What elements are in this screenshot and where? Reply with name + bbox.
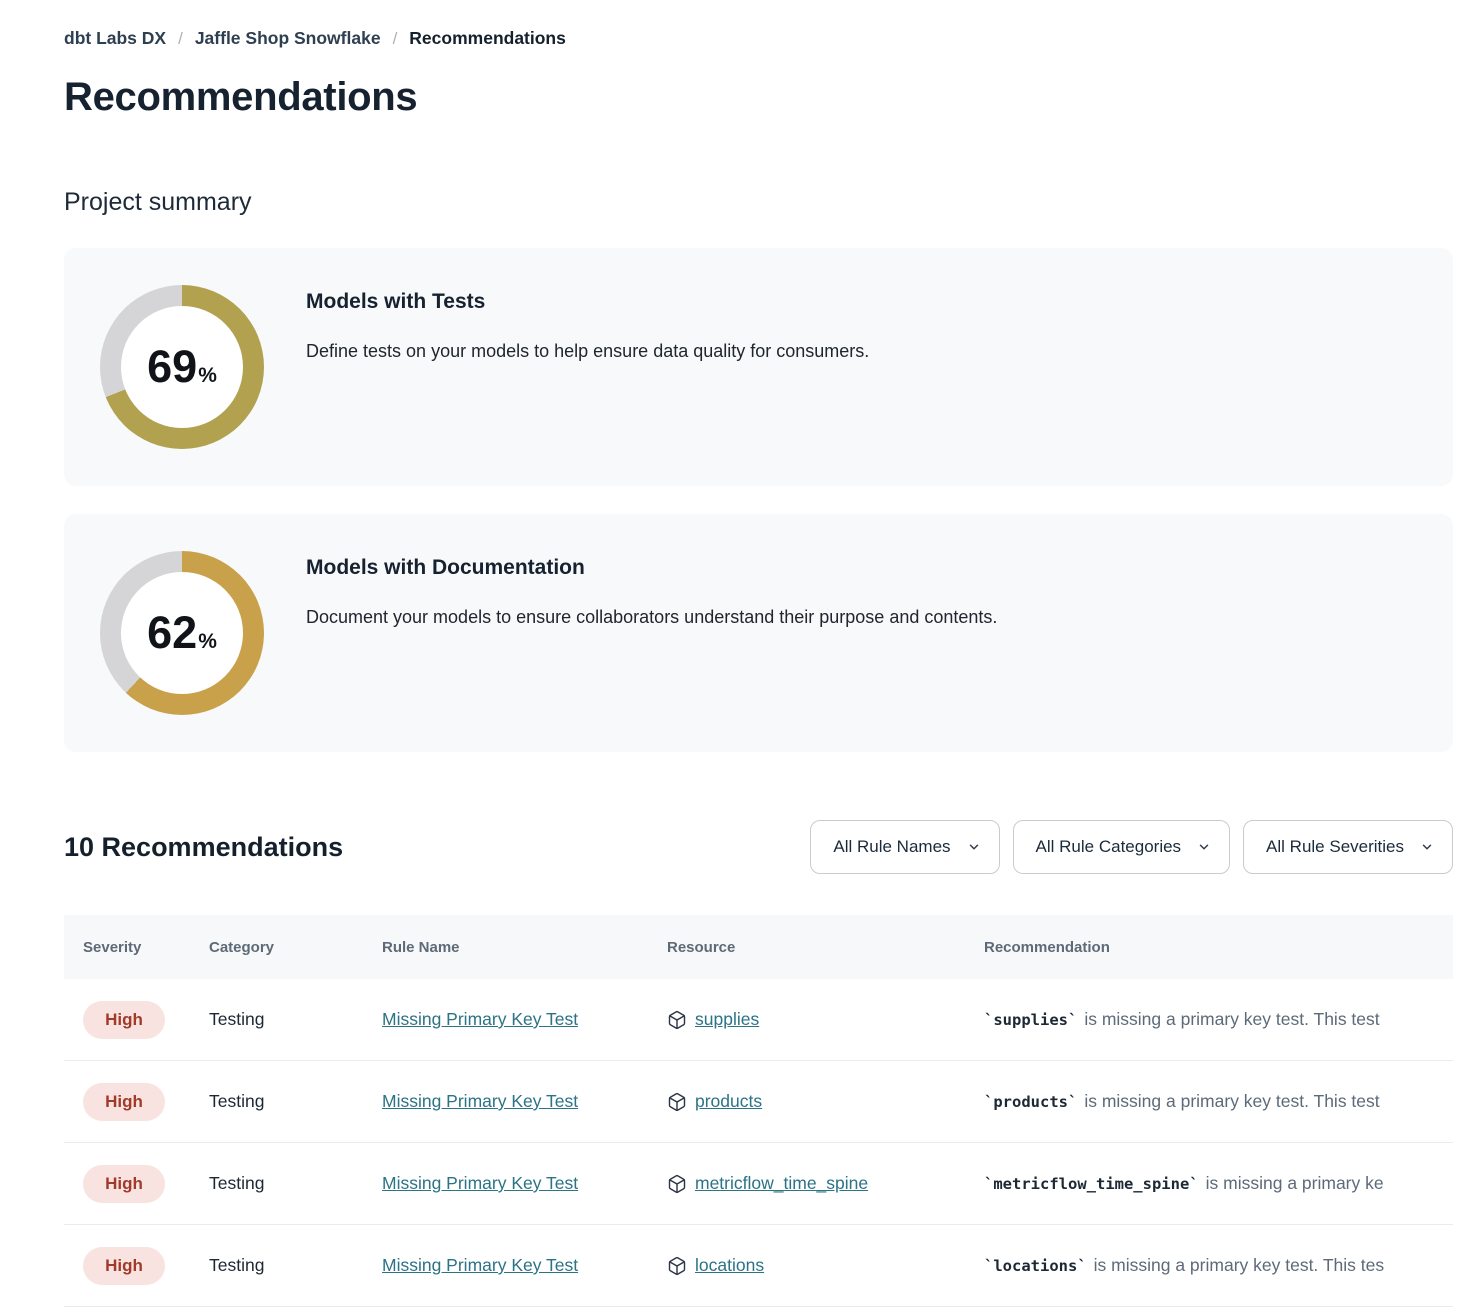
column-header-rule-name: Rule Name xyxy=(382,939,667,956)
filter-rule-categories-dropdown[interactable]: All Rule Categories xyxy=(1013,820,1231,874)
package-icon xyxy=(667,1010,687,1030)
resource-link[interactable]: products xyxy=(695,1091,762,1112)
category-cell: Testing xyxy=(209,1173,382,1194)
project-summary-heading: Project summary xyxy=(64,188,1453,217)
table-header-row: Severity Category Rule Name Resource Rec… xyxy=(64,915,1453,979)
rule-name-link[interactable]: Missing Primary Key Test xyxy=(382,1173,578,1193)
rule-name-link[interactable]: Missing Primary Key Test xyxy=(382,1255,578,1275)
breadcrumb-separator: / xyxy=(393,29,398,49)
severity-badge: High xyxy=(83,1247,165,1285)
category-cell: Testing xyxy=(209,1255,382,1276)
chevron-down-icon xyxy=(1420,840,1434,854)
filter-label: All Rule Categories xyxy=(1036,837,1182,857)
category-cell: Testing xyxy=(209,1091,382,1112)
recommendation-cell: `metricflow_time_spine` is missing a prim… xyxy=(984,1173,1453,1194)
severity-badge: High xyxy=(83,1001,165,1039)
recommendation-text: is missing a primary ke xyxy=(1206,1173,1384,1193)
rule-name-link[interactable]: Missing Primary Key Test xyxy=(382,1009,578,1029)
recommendations-count-heading: 10 Recommendations xyxy=(64,832,343,863)
resource-code: `products` xyxy=(984,1093,1077,1111)
breadcrumb-item-environment[interactable]: Jaffle Shop Snowflake xyxy=(195,28,381,49)
card-description: Define tests on your models to help ensu… xyxy=(306,341,869,362)
recommendation-cell: `products` is missing a primary key test.… xyxy=(984,1091,1453,1112)
resource-code: `supplies` xyxy=(984,1011,1077,1029)
severity-badge: High xyxy=(83,1083,165,1121)
filter-label: All Rule Severities xyxy=(1266,837,1404,857)
filter-rule-names-dropdown[interactable]: All Rule Names xyxy=(810,820,999,874)
package-icon xyxy=(667,1174,687,1194)
donut-chart-tests: 69% xyxy=(100,285,264,449)
breadcrumb-item-project[interactable]: dbt Labs DX xyxy=(64,28,166,49)
donut-percent-value: 69 xyxy=(147,306,197,428)
resource-code: `metricflow_time_spine` xyxy=(984,1175,1199,1193)
table-row: High Testing Missing Primary Key Test me… xyxy=(64,1143,1453,1225)
filter-label: All Rule Names xyxy=(833,837,950,857)
recommendation-text: is missing a primary key test. This test xyxy=(1084,1009,1379,1029)
table-row: High Testing Missing Primary Key Test su… xyxy=(64,979,1453,1061)
filter-rule-severities-dropdown[interactable]: All Rule Severities xyxy=(1243,820,1453,874)
category-cell: Testing xyxy=(209,1009,382,1030)
page-title: Recommendations xyxy=(64,75,1453,120)
breadcrumb-separator: / xyxy=(178,29,183,49)
column-header-category: Category xyxy=(209,939,382,956)
summary-card-models-with-tests: 69% Models with Tests Define tests on yo… xyxy=(64,248,1453,486)
donut-center: 69% xyxy=(121,306,243,428)
package-icon xyxy=(667,1256,687,1276)
resource-code: `locations` xyxy=(984,1257,1087,1275)
chevron-down-icon xyxy=(967,840,981,854)
package-icon xyxy=(667,1092,687,1112)
chevron-down-icon xyxy=(1197,840,1211,854)
column-header-recommendation: Recommendation xyxy=(984,939,1453,956)
donut-percent-sign: % xyxy=(198,364,217,388)
breadcrumb: dbt Labs DX / Jaffle Shop Snowflake / Re… xyxy=(64,28,1453,49)
rule-name-link[interactable]: Missing Primary Key Test xyxy=(382,1091,578,1111)
recommendation-cell: `locations` is missing a primary key test… xyxy=(984,1255,1453,1276)
recommendations-page: dbt Labs DX / Jaffle Shop Snowflake / Re… xyxy=(0,0,1484,1316)
donut-center: 62% xyxy=(121,572,243,694)
filters: All Rule Names All Rule Categories All R… xyxy=(810,820,1453,874)
recommendations-table: Severity Category Rule Name Resource Rec… xyxy=(64,915,1453,1307)
resource-link[interactable]: metricflow_time_spine xyxy=(695,1173,868,1194)
recommendation-cell: `supplies` is missing a primary key test.… xyxy=(984,1009,1453,1030)
severity-badge: High xyxy=(83,1165,165,1203)
donut-percent-sign: % xyxy=(198,630,217,654)
resource-link[interactable]: locations xyxy=(695,1255,764,1276)
column-header-severity: Severity xyxy=(83,939,209,956)
recommendation-text: is missing a primary key test. This tes xyxy=(1094,1255,1384,1275)
column-header-resource: Resource xyxy=(667,939,984,956)
card-title: Models with Documentation xyxy=(306,556,997,580)
donut-chart-documentation: 62% xyxy=(100,551,264,715)
card-title: Models with Tests xyxy=(306,290,869,314)
recommendation-text: is missing a primary key test. This test xyxy=(1084,1091,1379,1111)
donut-percent-value: 62 xyxy=(147,572,197,694)
summary-card-models-with-documentation: 62% Models with Documentation Document y… xyxy=(64,514,1453,752)
table-row: High Testing Missing Primary Key Test pr… xyxy=(64,1061,1453,1143)
table-row: High Testing Missing Primary Key Test lo… xyxy=(64,1225,1453,1307)
resource-link[interactable]: supplies xyxy=(695,1009,759,1030)
breadcrumb-item-current: Recommendations xyxy=(409,28,566,49)
card-description: Document your models to ensure collabora… xyxy=(306,607,997,628)
